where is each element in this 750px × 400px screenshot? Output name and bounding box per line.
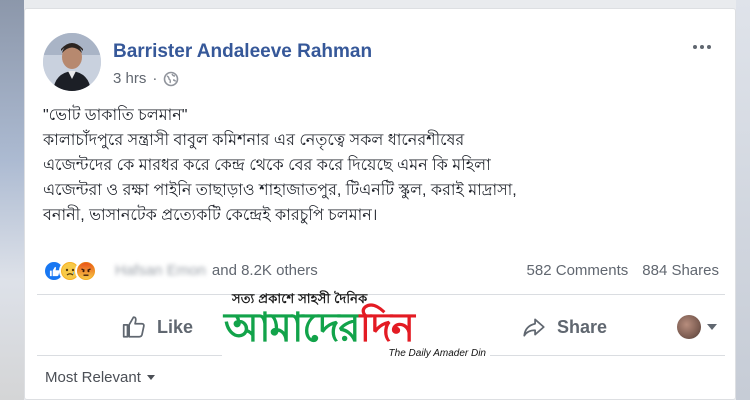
logo-word-red: দিন xyxy=(359,306,415,350)
reactor-name[interactable]: Hafsan Emon xyxy=(115,262,206,279)
share-arrow-icon xyxy=(523,318,545,337)
comment-sort-dropdown[interactable]: Most Relevant xyxy=(45,369,155,386)
divider xyxy=(37,294,725,295)
more-options-icon[interactable] xyxy=(687,37,717,57)
audience-selector[interactable] xyxy=(677,303,717,351)
reaction-count[interactable]: and 8.2K others xyxy=(212,262,318,279)
post-line: এজেন্টরা ও রক্ষা পাইনি তাছাড়াও শাহাজাতপ… xyxy=(43,182,517,199)
shares-count-link[interactable]: 884 Shares xyxy=(642,262,719,279)
angry-reaction-icon xyxy=(75,260,97,282)
post-header: Barrister Andaleeve Rahman 3 hrs · xyxy=(41,29,721,93)
post-meta: 3 hrs · xyxy=(113,70,179,87)
logo-subtitle: The Daily Amader Din xyxy=(388,348,486,359)
post-line: এজেন্টদের কে মারধর করে কেন্দ্র থেকে বের … xyxy=(43,157,491,174)
background-edge-left xyxy=(0,0,24,400)
chevron-down-icon xyxy=(146,375,155,380)
author-name-link[interactable]: Barrister Andaleeve Rahman xyxy=(113,41,372,63)
chevron-down-icon xyxy=(707,324,717,330)
comments-count-link[interactable]: 582 Comments xyxy=(527,262,629,279)
avatar-image xyxy=(43,33,101,91)
post-timestamp[interactable]: 3 hrs xyxy=(113,70,146,87)
logo-word-green: আমাদের xyxy=(224,306,361,350)
meta-separator: · xyxy=(152,70,158,87)
post-line: "ভোট ডাকাতি চলমান" xyxy=(43,107,188,124)
post-body: "ভোট ডাকাতি চলমান" কালাচাঁদপুরে সন্ত্রাস… xyxy=(43,103,723,228)
like-button-label: Like xyxy=(157,316,194,337)
comment-sort-label: Most Relevant xyxy=(45,369,141,386)
like-thumb-icon xyxy=(122,316,145,338)
share-button-label: Share xyxy=(557,316,608,337)
post-line: কালাচাঁদপুরে সন্ত্রাসী বাবুল কমিশনার এর … xyxy=(43,132,465,149)
post-line: বনানী, ভাসানটেক প্রত্যেকটি কেন্দ্রেই কার… xyxy=(43,207,378,224)
reaction-icons[interactable] xyxy=(43,260,97,282)
reaction-summary[interactable]: Hafsan Emon and 8.2K others xyxy=(115,262,318,279)
viewer-avatar xyxy=(677,315,701,339)
post-stats: Hafsan Emon and 8.2K others 582 Comments… xyxy=(43,259,719,285)
author-avatar[interactable] xyxy=(43,33,101,91)
share-button[interactable]: Share xyxy=(521,303,607,351)
like-button[interactable]: Like xyxy=(121,303,193,351)
engagement-counts: 582 Comments 884 Shares xyxy=(527,262,719,279)
background-edge-right xyxy=(736,0,750,400)
globe-icon[interactable] xyxy=(163,71,179,87)
newspaper-watermark-logo: সত্য প্রকাশে সাহসী দৈনিক আমাদেরদিন The D… xyxy=(222,291,490,366)
logo-wordmark: আমাদেরদিন xyxy=(224,304,415,352)
